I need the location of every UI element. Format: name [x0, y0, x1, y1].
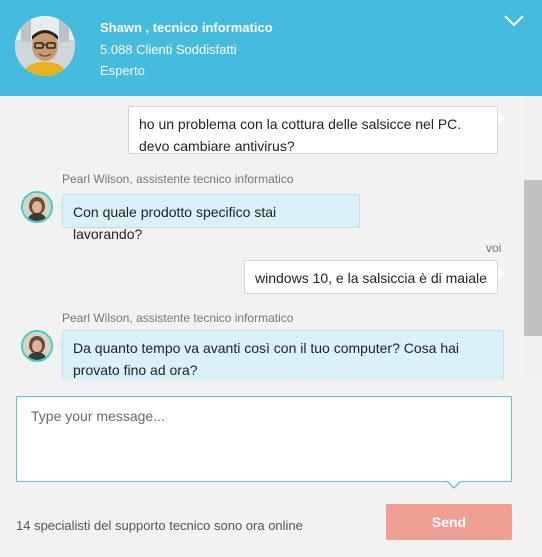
user-label: voi [486, 241, 502, 255]
expert-avatar [15, 16, 75, 76]
assistant-message-bubble: Con quale prodotto specifico stai lavora… [62, 194, 360, 242]
message-line: provato fino ad ora? [73, 362, 198, 378]
bubble-tail [55, 200, 62, 212]
bubble-tail [55, 339, 62, 351]
scrollbar-thumb[interactable] [524, 180, 542, 336]
assistant-avatar [21, 330, 53, 362]
user-message-bubble: ho un problema con la cottura delle sals… [128, 106, 498, 154]
assistant-label: Pearl Wilson, assistente tecnico informa… [62, 172, 294, 186]
message-line: devo cambiare antivirus? [139, 138, 295, 154]
input-tail-inner [447, 480, 461, 487]
expert-clients-count: 5.088 Clienti Soddisfatti [100, 42, 237, 57]
chevron-down-icon [504, 15, 524, 27]
message-line: Da quanto tempo va avanti così con il tu… [73, 340, 459, 356]
message-input[interactable] [17, 397, 511, 481]
expert-level: Esperto [100, 63, 145, 78]
bubble-tail [498, 112, 505, 124]
message-line: ho un problema con la cottura delle sals… [139, 116, 462, 132]
message-scrollbar[interactable] [524, 96, 542, 380]
chat-widget: Shawn , tecnico informatico 5.088 Client… [0, 0, 542, 557]
bubble-tail [498, 268, 505, 280]
expert-name: Shawn , tecnico informatico [100, 20, 273, 35]
message-input-box [16, 396, 512, 482]
assistant-avatar [21, 191, 53, 223]
send-button[interactable]: Send [386, 504, 512, 540]
message-line: windows 10, e la salsiccia è di maiale [255, 270, 487, 286]
message-composer: 14 specialisti del supporto tecnico sono… [0, 380, 542, 557]
assistant-message-bubble: Da quanto tempo va avanti così con il tu… [62, 330, 504, 380]
message-line: Con quale prodotto specifico stai lavora… [73, 204, 277, 242]
assistant-label: Pearl Wilson, assistente tecnico informa… [62, 311, 294, 325]
user-message-bubble: windows 10, e la salsiccia è di maiale [244, 260, 498, 294]
collapse-button[interactable] [500, 10, 528, 32]
message-list[interactable]: ho un problema con la cottura delle sals… [0, 96, 524, 380]
online-specialists-status: 14 specialisti del supporto tecnico sono… [16, 518, 303, 533]
chat-header: Shawn , tecnico informatico 5.088 Client… [0, 0, 542, 96]
